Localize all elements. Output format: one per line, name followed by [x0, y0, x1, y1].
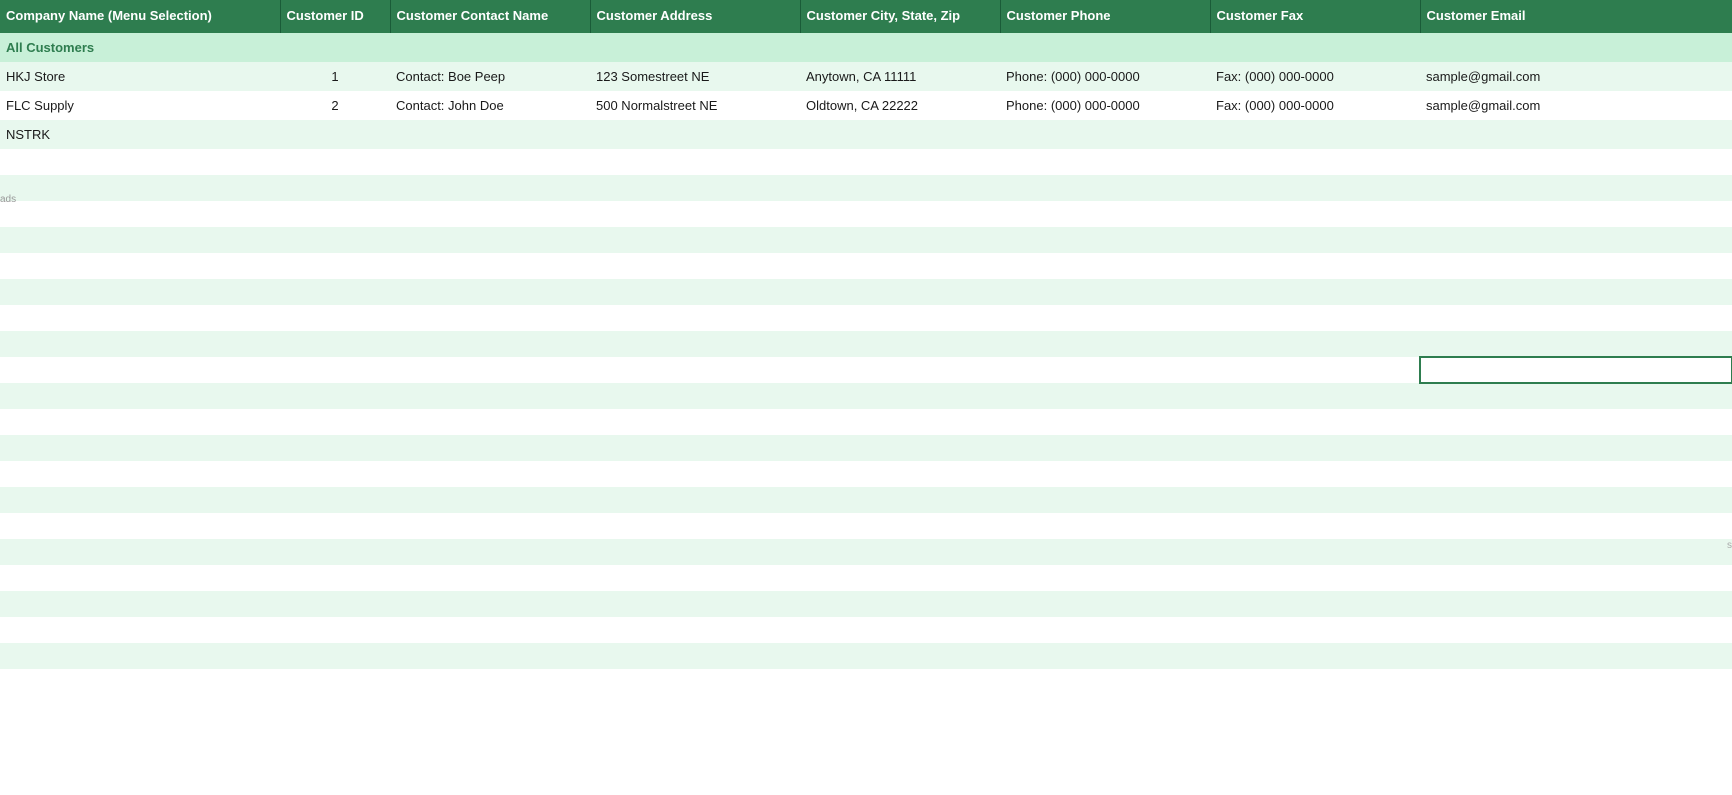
empty-row[interactable]	[0, 435, 1732, 461]
cell-fax: Fax: (000) 000-0000	[1210, 91, 1420, 120]
spreadsheet-container: Company Name (Menu Selection) Customer I…	[0, 0, 1732, 795]
empty-row[interactable]	[0, 409, 1732, 435]
empty-row[interactable]	[0, 201, 1732, 227]
cell-city: Oldtown, CA 22222	[800, 91, 1000, 120]
empty-row[interactable]	[0, 279, 1732, 305]
col-header-phone[interactable]: Customer Phone	[1000, 0, 1210, 33]
empty-row[interactable]	[0, 175, 1732, 201]
all-customers-row[interactable]: All Customers	[0, 33, 1732, 62]
cell-company: HKJ Store	[0, 62, 280, 91]
empty-row[interactable]	[0, 331, 1732, 357]
cell-id: 2	[280, 91, 390, 120]
empty-row[interactable]	[0, 357, 1732, 383]
cell-id: 1	[280, 62, 390, 91]
cell-email: sample@gmail.com	[1420, 62, 1732, 91]
col-header-id[interactable]: Customer ID	[280, 0, 390, 33]
cell-city: Anytown, CA 11111	[800, 62, 1000, 91]
empty-row[interactable]	[0, 253, 1732, 279]
cell-fax: Fax: (000) 000-0000	[1210, 62, 1420, 91]
cell-company: NSTRK	[0, 120, 280, 149]
cell-phone: Phone: (000) 000-0000	[1000, 62, 1210, 91]
empty-row[interactable]	[0, 513, 1732, 539]
cell-company: FLC Supply	[0, 91, 280, 120]
table-row[interactable]: NSTRK	[0, 120, 1732, 149]
cell-phone: Phone: (000) 000-0000	[1000, 91, 1210, 120]
empty-row[interactable]	[0, 227, 1732, 253]
cell-city	[800, 120, 1000, 149]
col-header-fax[interactable]: Customer Fax	[1210, 0, 1420, 33]
empty-row[interactable]	[0, 487, 1732, 513]
col-header-address[interactable]: Customer Address	[590, 0, 800, 33]
cell-address: 500 Normalstreet NE	[590, 91, 800, 120]
cell-address: 123 Somestreet NE	[590, 62, 800, 91]
cell-id	[280, 120, 390, 149]
empty-row[interactable]	[0, 669, 1732, 695]
empty-row[interactable]	[0, 305, 1732, 331]
col-header-company[interactable]: Company Name (Menu Selection)	[0, 0, 280, 33]
cell-contact: Contact: John Doe	[390, 91, 590, 120]
col-header-city[interactable]: Customer City, State, Zip	[800, 0, 1000, 33]
empty-row[interactable]	[0, 617, 1732, 643]
side-label: s	[1727, 540, 1732, 551]
table-row[interactable]: HKJ Store 1 Contact: Boe Peep 123 Somest…	[0, 62, 1732, 91]
cell-fax	[1210, 120, 1420, 149]
col-header-contact[interactable]: Customer Contact Name	[390, 0, 590, 33]
empty-row[interactable]	[0, 643, 1732, 669]
cell-address	[590, 120, 800, 149]
cell-contact	[390, 120, 590, 149]
table-body: All Customers HKJ Store 1 Contact: Boe P…	[0, 33, 1732, 695]
cell-email: sample@gmail.com	[1420, 91, 1732, 120]
ads-label: ads	[0, 194, 16, 205]
header-row: Company Name (Menu Selection) Customer I…	[0, 0, 1732, 33]
table-header: Company Name (Menu Selection) Customer I…	[0, 0, 1732, 33]
col-header-email[interactable]: Customer Email	[1420, 0, 1732, 33]
empty-row[interactable]	[0, 149, 1732, 175]
empty-row[interactable]	[0, 591, 1732, 617]
empty-row[interactable]	[0, 461, 1732, 487]
table-row[interactable]: FLC Supply 2 Contact: John Doe 500 Norma…	[0, 91, 1732, 120]
cell-email	[1420, 120, 1732, 149]
empty-row[interactable]	[0, 539, 1732, 565]
cell-contact: Contact: Boe Peep	[390, 62, 590, 91]
customers-table: Company Name (Menu Selection) Customer I…	[0, 0, 1732, 695]
empty-row[interactable]	[0, 383, 1732, 409]
empty-row[interactable]	[0, 565, 1732, 591]
all-customers-label: All Customers	[0, 33, 1732, 62]
cell-phone	[1000, 120, 1210, 149]
